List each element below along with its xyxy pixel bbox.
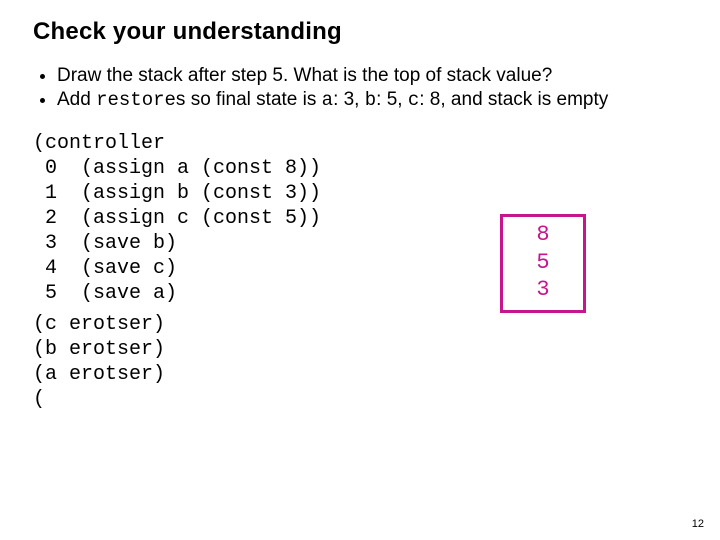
bullet-2-part-c: : 3, xyxy=(333,89,365,110)
controller-code: (controller 0 (assign a (const 8)) 1 (as… xyxy=(33,131,690,306)
slide-title: Check your understanding xyxy=(33,18,690,46)
stack-cell-2: 3 xyxy=(503,276,583,304)
stack-cell-1: 5 xyxy=(503,249,583,277)
bullet-2-part-d: : 5, xyxy=(376,89,408,110)
bullet-2: Add restores so final state is a: 3, b: … xyxy=(57,88,690,112)
stack-cell-0: 8 xyxy=(503,221,583,249)
code-c: c xyxy=(408,89,419,111)
page-number: 12 xyxy=(692,518,704,530)
code-a: a xyxy=(322,89,333,111)
bullet-2-part-e: : 8, and stack is empty xyxy=(419,89,608,110)
code-restore: restore xyxy=(96,89,176,111)
stack-box: 8 5 3 xyxy=(500,214,586,313)
bullet-2-part-b: s so final state is xyxy=(176,89,322,110)
bullet-1: Draw the stack after step 5. What is the… xyxy=(57,64,690,88)
bullet-2-part-a: Add xyxy=(57,89,96,110)
restore-code: (restore c) (restore b) (restore a) ) xyxy=(33,312,690,412)
code-b: b xyxy=(365,89,376,111)
bullet-list: Draw the stack after step 5. What is the… xyxy=(33,64,690,113)
bullet-1-text: Draw the stack after step 5. What is the… xyxy=(57,65,552,86)
slide: Check your understanding Draw the stack … xyxy=(0,0,720,540)
